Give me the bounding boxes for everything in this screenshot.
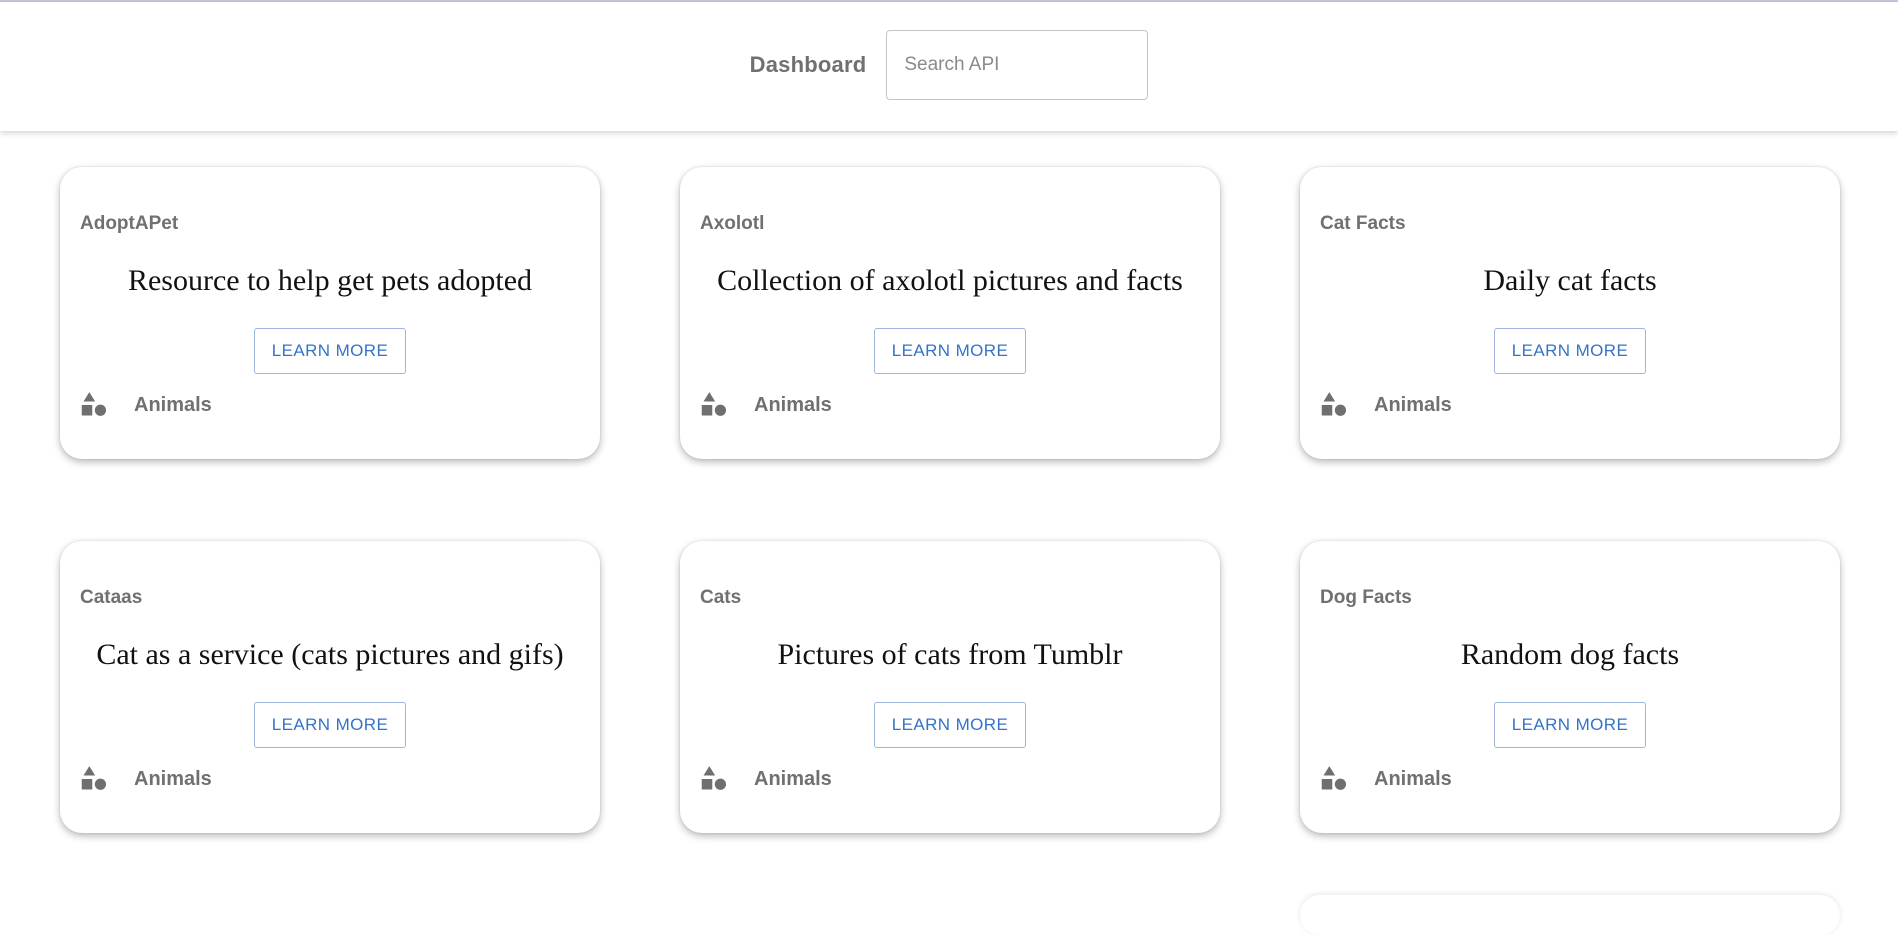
category-label: Animals	[134, 767, 212, 790]
app-bar-content: Dashboard	[750, 29, 1149, 100]
category-label: Animals	[134, 393, 212, 416]
api-card: Axolotl Collection of axolotl pictures a…	[680, 167, 1220, 459]
card-description: Random dog facts	[1460, 638, 1680, 671]
api-card: AdoptAPet Resource to help get pets adop…	[60, 167, 600, 459]
category-label: Animals	[754, 767, 832, 790]
search-input[interactable]	[886, 29, 1149, 100]
card-category: Animals	[700, 391, 832, 419]
category-label: Animals	[1374, 767, 1452, 790]
card-description: Pictures of cats from Tumblr	[777, 638, 1123, 671]
card-category: Animals	[1320, 765, 1452, 793]
shapes-icon	[701, 392, 727, 416]
dashboard-title[interactable]: Dashboard	[750, 52, 867, 78]
learn-more-button[interactable]: LEARN MORE	[874, 328, 1026, 374]
card-description: Cat as a service (cats pictures and gifs…	[96, 638, 564, 671]
card-category: Animals	[80, 765, 212, 793]
learn-more-button[interactable]: LEARN MORE	[874, 702, 1026, 748]
shapes-icon	[1321, 766, 1347, 790]
shapes-icon	[81, 766, 107, 790]
shapes-icon	[81, 392, 107, 416]
learn-more-button[interactable]: LEARN MORE	[1494, 328, 1646, 374]
learn-more-button[interactable]: LEARN MORE	[1494, 702, 1646, 748]
api-card: Cataas Cat as a service (cats pictures a…	[60, 541, 600, 833]
category-label: Animals	[754, 393, 832, 416]
card-description: Resource to help get pets adopted	[127, 264, 533, 297]
api-card: Cat Facts Daily cat facts LEARN MORE Ani…	[1300, 167, 1840, 459]
card-category: Animals	[80, 391, 212, 419]
shapes-icon	[1321, 392, 1347, 416]
card-title: Cats	[700, 587, 742, 608]
card-title: Axolotl	[700, 213, 765, 234]
card-title: Cat Facts	[1320, 213, 1406, 234]
api-card-grid: AdoptAPet Resource to help get pets adop…	[60, 167, 1840, 833]
card-description: Collection of axolotl pictures and facts	[717, 264, 1183, 297]
card-title: AdoptAPet	[80, 213, 179, 234]
app-bar: Dashboard	[0, 2, 1898, 131]
api-card: Cats Pictures of cats from Tumblr LEARN …	[680, 541, 1220, 833]
card-category: Animals	[700, 765, 832, 793]
learn-more-button[interactable]: LEARN MORE	[254, 328, 406, 374]
shapes-icon	[701, 766, 727, 790]
card-title: Cataas	[80, 587, 143, 608]
card-description: Daily cat facts	[1483, 264, 1657, 297]
next-api-card-peek	[1300, 895, 1840, 935]
learn-more-button[interactable]: LEARN MORE	[254, 702, 406, 748]
api-card: Dog Facts Random dog facts LEARN MORE An…	[1300, 541, 1840, 833]
category-label: Animals	[1374, 393, 1452, 416]
card-title: Dog Facts	[1320, 587, 1412, 608]
card-category: Animals	[1320, 391, 1452, 419]
